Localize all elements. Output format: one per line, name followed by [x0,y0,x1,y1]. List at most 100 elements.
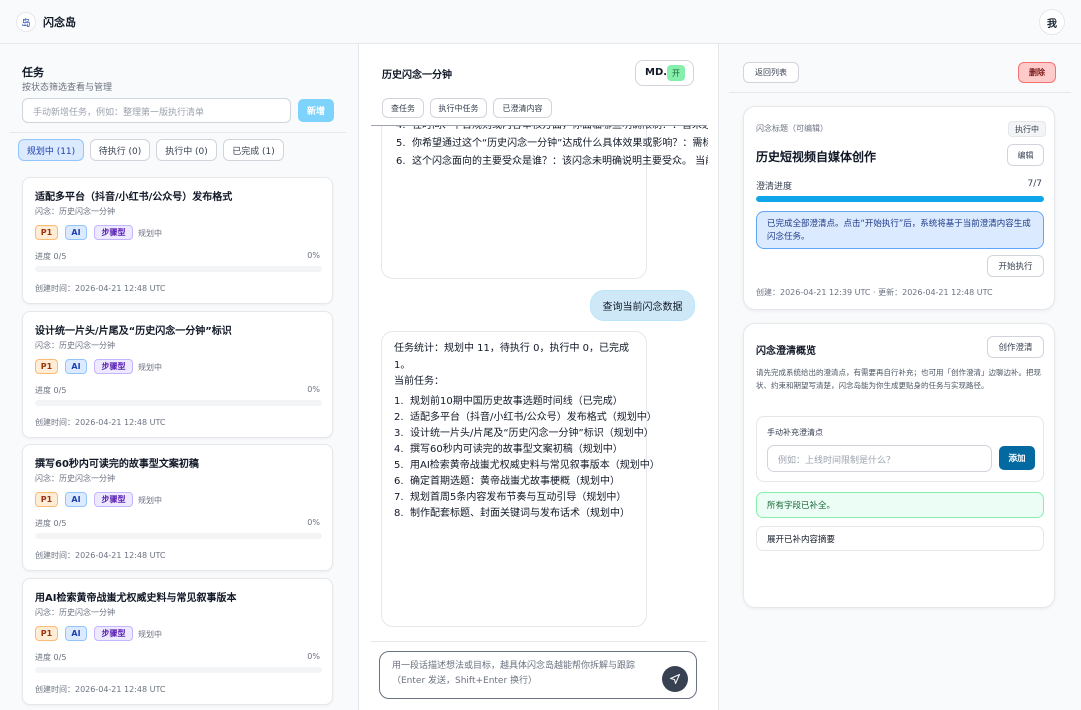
list-item: 6. 确定首期选题：黄帝战蚩尤故事梗概（规划中） [394,474,634,490]
item-text: 这个闪念面向的主要受众是谁？：该闪念未明确说明主要受众。 当前澄清点已全部补全。 [412,156,708,167]
task-card[interactable]: 用AI检索黄帝战蚩尤权威史料与常见叙事版本 闪念：历史闪念一分钟 P1 AI 步骤型 规划… [22,578,333,705]
filter-done[interactable]: 已完成 (1) [223,139,284,161]
ai-badge: AI [65,225,87,240]
app-logo-icon: 岛 [16,12,36,32]
user-avatar-button[interactable]: 我 [1039,9,1065,35]
item-number: 2. [394,412,404,423]
new-task-input[interactable]: 手动新增任务，例如：整理第一版执行清单 [22,98,291,123]
overview-title: 闪念澄清概览 [756,346,816,357]
tasks-title: 任务 [22,66,44,79]
list-item: 4. 撰写60秒内可读完的故事型文案初稿（规划中） [394,442,634,458]
item-text: 适配多平台（抖音/小红书/公众号）发布格式（规划中） [410,412,657,423]
manual-clarify-input[interactable]: 例如：上线时间限制是什么？ [767,445,992,472]
list-item: 5. 你希望通过这个“历史闪念一分钟”达成什么具体效果或影响？：需标注“历史闪念一… [396,135,708,153]
task-status: 规划中 [138,229,162,238]
markdown-toggle-state: 开 [667,65,685,81]
item-number: 8. [394,508,404,519]
task-progress-label: 进度 0/5 [35,252,67,261]
ai-badge: AI [65,359,87,374]
task-idea: 闪念：历史闪念一分钟 [35,341,115,350]
list-item: 7. 规划首周5条内容发布节奏与互动引导（规划中） [394,490,634,506]
quick-view-tasks[interactable]: 查任务 [382,98,424,118]
task-progress-percent: 0% [307,518,320,527]
task-created-time: 创建时间：2026-04-21 12:48 UTC [35,685,166,694]
chat-input[interactable]: 用一段话描述想法或目标，越具体闪念岛越能帮你拆解与跟踪（Enter 发送，Shi… [379,651,697,699]
task-title: 用AI检索黄帝战蚩尤权威史料与常见叙事版本 [35,593,237,604]
filter-pending[interactable]: 待执行 (0) [90,139,150,161]
send-icon [670,674,680,684]
task-idea: 闪念：历史闪念一分钟 [35,608,115,617]
item-number: 4. [394,444,404,455]
task-progress-bar [35,533,322,539]
task-idea: 闪念：历史闪念一分钟 [35,207,115,216]
task-progress-bar [35,667,322,673]
list-item: 8. 制作配套标题、封面关键词与发布话术（规划中） [394,506,634,522]
edit-title-button[interactable]: 编辑 [1007,144,1044,166]
task-progress-percent: 0% [307,652,320,661]
quick-clarified-content[interactable]: 已澄清内容 [493,98,552,118]
type-badge: 步骤型 [94,492,133,507]
type-badge: 步骤型 [94,359,133,374]
create-clarify-button[interactable]: 创作澄清 [987,336,1044,358]
expand-summary-button[interactable]: 展开已补内容摘要 [756,526,1044,551]
item-text: 你希望通过这个“历史闪念一分钟”达成什么具体效果或影响？：需标注“历史闪念一分钟… [412,138,708,149]
task-progress-label: 进度 0/5 [35,519,67,528]
task-progress-percent: 0% [307,385,320,394]
detail-panel: 返回列表 删除 闪念标题（可编辑） 执行中 历史短视频自媒体创作 编辑 澄清进度… [719,44,1081,710]
priority-badge: P1 [35,626,58,641]
item-number: 4. [396,126,412,135]
status-badge: 执行中 [1008,121,1046,137]
item-text: 用AI检索黄帝战蚩尤权威史料与常见叙事版本（规划中） [410,460,660,471]
type-badge: 步骤型 [94,225,133,240]
item-text: 规划前10期中国历史故事选题时间线（已完成） [410,396,623,407]
delete-button[interactable]: 删除 [1018,62,1056,83]
app-name: 闪念岛 [43,16,76,29]
task-progress-label: 进度 0/5 [35,653,67,662]
composer-divider [371,641,707,642]
item-text: 规划首周5条内容发布节奏与互动引导（规划中） [410,492,627,503]
task-stats-text: 任务统计：规划中 11，待执行 0，执行中 0，已完成 1。 [394,343,629,371]
overview-description: 请先完成系统给出的澄清点，有需要再自行补充；也可用「创作澄清」边聊边补。把现状、… [756,368,1041,390]
clarify-answers-list: 4.在时间、平台规则或内容审核方面，你面临哪些明确限制？：暂未遇到明确的时间、平… [396,126,708,171]
filter-planning[interactable]: 规划中 (11) [18,139,84,161]
add-clarify-button[interactable]: 添加 [999,446,1035,470]
item-number: 6. [394,476,404,487]
chat-title: 历史闪念一分钟 [382,70,452,81]
item-text: 确定首期选题：黄帝战蚩尤故事梗概（规划中） [410,476,620,487]
filter-in-progress[interactable]: 执行中 (0) [156,139,217,161]
new-task-button[interactable]: 新增 [298,99,334,122]
task-card[interactable]: 设计统一片头/片尾及“历史闪念一分钟”标识 闪念：历史闪念一分钟 P1 AI 步骤型 规划… [22,311,333,438]
clarify-progress-label: 澄清进度 [756,182,793,192]
assistant-message: 4.在时间、平台规则或内容审核方面，你面临哪些明确限制？：暂未遇到明确的时间、平… [381,126,708,279]
item-number: 5. [396,138,406,149]
success-box: 所有字段已补全。 [756,492,1044,518]
task-progress-percent: 0% [307,251,320,260]
current-tasks-list: 1. 规划前10期中国历史故事选题时间线（已完成） 2. 适配多平台（抖音/小红书/公… [394,394,660,522]
task-card[interactable]: 撰写60秒内可读完的故事型文案初稿 闪念：历史闪念一分钟 P1 AI 步骤型 规划中 进度 … [22,444,333,571]
send-button[interactable] [662,666,688,692]
task-progress-bar [35,400,322,406]
task-card[interactable]: 适配多平台（抖音/小红书/公众号）发布格式 闪念：历史闪念一分钟 P1 AI 步骤型 规划… [22,177,333,304]
priority-badge: P1 [35,492,58,507]
manual-clarify-label: 手动补充澄清点 [767,428,823,437]
task-created-time: 创建时间：2026-04-21 12:48 UTC [35,284,166,293]
item-text: 在时间、平台规则或内容审核方面，你面临哪些明确限制？：暂未遇到明确的时间、平台规… [412,126,708,135]
task-status: 规划中 [138,630,162,639]
back-to-list-button[interactable]: 返回列表 [743,62,799,83]
clarify-progress-value: 7/7 [1027,179,1042,189]
item-text: 撰写60秒内可读完的故事型文案初稿（规划中） [410,444,623,455]
task-idea: 闪念：历史闪念一分钟 [35,474,115,483]
list-item: 4.在时间、平台规则或内容审核方面，你面临哪些明确限制？：暂未遇到明确的时间、平… [396,126,708,135]
type-badge: 步骤型 [94,626,133,641]
task-title: 设计统一片头/片尾及“历史闪念一分钟”标识 [35,326,232,337]
user-message: 查询当前闪念数据 [590,290,695,321]
idea-card: 闪念标题（可编辑） 执行中 历史短视频自媒体创作 编辑 澄清进度 7/7 已完成… [743,106,1055,310]
tasks-panel: 任务 按状态筛选查看与管理 手动新增任务，例如：整理第一版执行清单 新增 规划中… [0,44,359,710]
quick-in-progress-tasks[interactable]: 执行中任务 [430,98,487,118]
task-title: 适配多平台（抖音/小红书/公众号）发布格式 [35,192,233,203]
idea-title: 历史短视频自媒体创作 [756,150,877,164]
task-progress-label: 进度 0/5 [35,386,67,395]
start-execution-button[interactable]: 开始执行 [987,255,1044,277]
markdown-toggle[interactable]: MD. 开 [635,60,694,86]
info-box: 已完成全部澄清点。点击“开始执行”后，系统将基于当前澄清内容生成闪念任务。 [756,211,1044,249]
